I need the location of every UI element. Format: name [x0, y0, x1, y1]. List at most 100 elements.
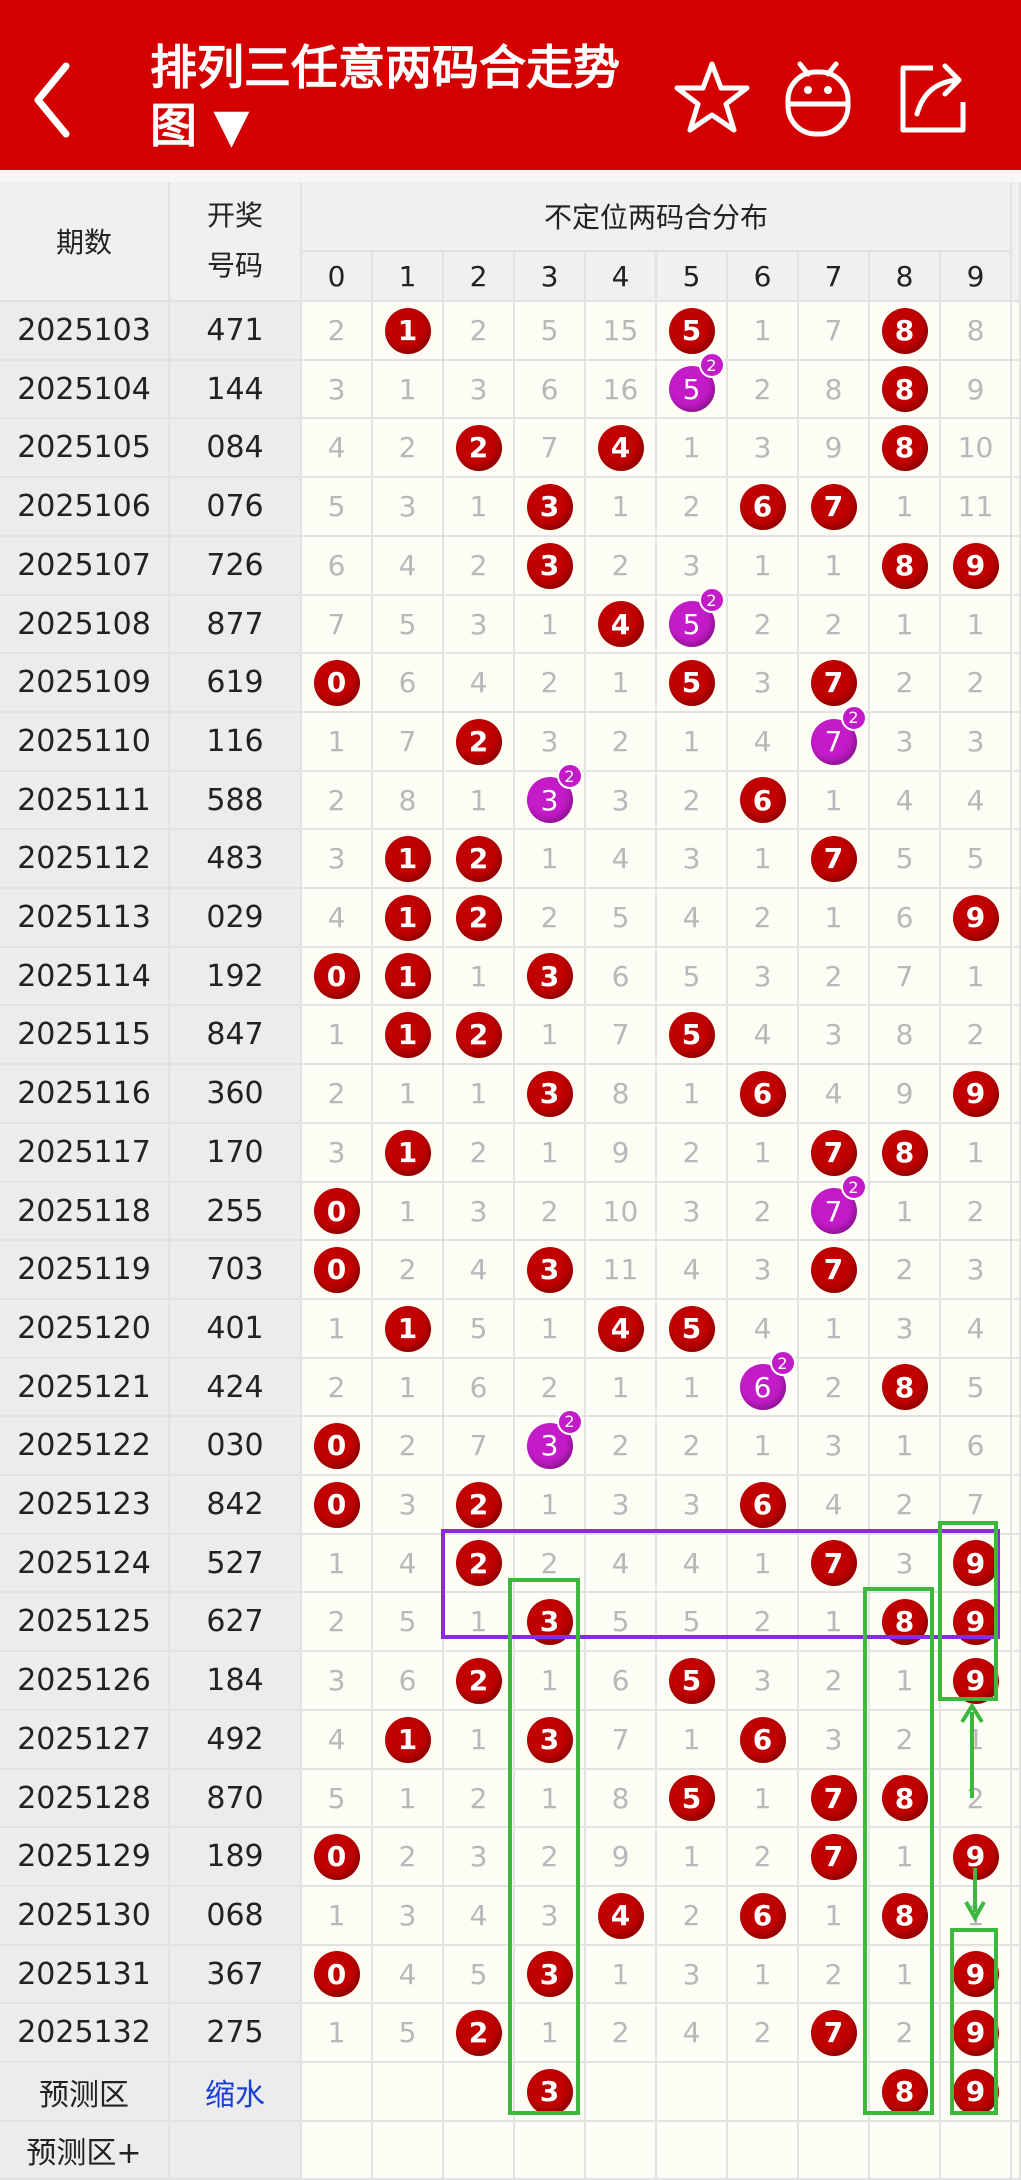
hit-cell[interactable]: 52 — [657, 587, 728, 654]
hit-cell[interactable]: 62 — [728, 1350, 799, 1417]
predict-shrink-link[interactable]: 缩水 — [170, 2063, 302, 2122]
repeat-ball: 32 — [526, 1408, 583, 1469]
hit-cell[interactable]: 3 — [515, 948, 586, 1006]
hit-cell[interactable]: 4 — [586, 596, 657, 654]
hit-cell[interactable]: 2 — [444, 2004, 515, 2063]
hit-cell[interactable]: 32 — [515, 763, 586, 830]
hit-cell[interactable]: 0 — [302, 1828, 373, 1887]
hit-cell[interactable]: 5 — [657, 1770, 728, 1828]
hit-cell[interactable]: 1 — [373, 1711, 444, 1770]
hit-cell[interactable]: 7 — [799, 1241, 870, 1300]
hit-cell[interactable]: 7 — [799, 1770, 870, 1828]
hit-cell[interactable]: 2 — [444, 419, 515, 478]
row-spacer — [1012, 1006, 1021, 1065]
hit-cell[interactable]: 0 — [302, 654, 373, 713]
miss-cell: 1 — [302, 1535, 373, 1593]
hit-ball: 0 — [313, 1951, 360, 1997]
miss-cell: 2 — [444, 302, 515, 361]
hit-cell[interactable]: 7 — [799, 1828, 870, 1887]
hit-cell[interactable]: 9 — [941, 2063, 1012, 2122]
hit-cell[interactable]: 9 — [941, 1828, 1012, 1887]
hit-cell[interactable]: 5 — [657, 654, 728, 713]
hit-cell[interactable]: 5 — [657, 1006, 728, 1065]
hit-cell[interactable]: 8 — [870, 361, 941, 419]
hit-cell[interactable]: 7 — [799, 654, 870, 713]
hit-cell[interactable]: 8 — [870, 1770, 941, 1828]
hit-cell[interactable]: 9 — [941, 1593, 1012, 1652]
hit-cell[interactable]: 0 — [302, 1241, 373, 1300]
hit-cell[interactable]: 9 — [941, 1946, 1012, 2004]
hit-cell[interactable]: 2 — [444, 889, 515, 948]
hit-cell[interactable]: 0 — [302, 948, 373, 1006]
hit-cell[interactable]: 2 — [444, 713, 515, 772]
hit-cell[interactable]: 9 — [941, 1652, 1012, 1711]
hit-cell[interactable]: 1 — [373, 302, 444, 361]
hit-cell[interactable]: 6 — [728, 1065, 799, 1124]
hit-cell[interactable]: 0 — [302, 1183, 373, 1241]
hit-cell[interactable]: 3 — [515, 2063, 586, 2122]
hit-cell[interactable]: 6 — [728, 1476, 799, 1535]
hit-cell[interactable]: 7 — [799, 830, 870, 889]
hit-cell[interactable]: 0 — [302, 1946, 373, 2004]
hit-cell[interactable]: 2 — [444, 1535, 515, 1593]
hit-cell[interactable]: 5 — [657, 302, 728, 361]
hit-cell[interactable]: 8 — [870, 302, 941, 361]
hit-cell[interactable]: 6 — [728, 1887, 799, 1946]
star-icon[interactable] — [672, 58, 752, 138]
hit-cell[interactable]: 6 — [728, 1711, 799, 1770]
hit-cell[interactable]: 8 — [870, 537, 941, 596]
hit-cell[interactable]: 72 — [799, 1174, 870, 1241]
back-arrow-icon[interactable] — [30, 60, 74, 140]
hit-cell[interactable]: 72 — [799, 704, 870, 772]
hit-cell[interactable]: 9 — [941, 537, 1012, 596]
hit-cell[interactable]: 9 — [941, 889, 1012, 948]
hit-cell[interactable]: 5 — [657, 1300, 728, 1359]
hit-cell[interactable]: 5 — [657, 1652, 728, 1711]
hit-cell[interactable]: 3 — [515, 1065, 586, 1124]
hit-cell[interactable]: 8 — [870, 1124, 941, 1183]
hit-cell[interactable]: 32 — [515, 1408, 586, 1476]
hit-cell[interactable]: 7 — [799, 478, 870, 537]
hit-cell[interactable]: 1 — [373, 948, 444, 1006]
hit-ball: 1 — [384, 1129, 431, 1176]
hit-cell[interactable]: 6 — [728, 772, 799, 830]
hit-cell[interactable]: 2 — [444, 1476, 515, 1535]
hit-ball: 3 — [526, 1070, 573, 1117]
hit-cell[interactable]: 3 — [515, 1593, 586, 1652]
hit-cell[interactable]: 2 — [444, 1652, 515, 1711]
hit-cell[interactable]: 6 — [728, 478, 799, 537]
hit-cell[interactable]: 9 — [941, 2004, 1012, 2063]
hit-cell[interactable]: 8 — [870, 1887, 941, 1946]
hit-cell[interactable]: 3 — [515, 537, 586, 596]
hit-cell[interactable]: 8 — [870, 1359, 941, 1417]
hit-cell[interactable]: 3 — [515, 478, 586, 537]
share-icon[interactable] — [893, 58, 973, 138]
hit-cell[interactable]: 2 — [444, 1006, 515, 1065]
hit-cell[interactable]: 4 — [586, 1887, 657, 1946]
hit-cell[interactable]: 1 — [373, 1006, 444, 1065]
hit-cell[interactable]: 8 — [870, 1593, 941, 1652]
hit-cell[interactable]: 4 — [586, 1300, 657, 1359]
hit-cell[interactable]: 52 — [657, 352, 728, 419]
hit-cell[interactable]: 3 — [515, 1711, 586, 1770]
robot-icon[interactable] — [778, 58, 858, 138]
hit-cell[interactable]: 1 — [373, 1124, 444, 1183]
hit-cell[interactable]: 0 — [302, 1476, 373, 1535]
hit-cell[interactable]: 3 — [515, 1946, 586, 2004]
hit-cell[interactable]: 4 — [586, 419, 657, 478]
hit-cell[interactable]: 2 — [444, 830, 515, 889]
hit-cell[interactable]: 7 — [799, 1535, 870, 1593]
trend-table[interactable]: 期数 开奖 号码 不定位两码合分布 0 1 2 3 4 5 6 7 8 9 2025103 471 2 1 2 5 1… — [0, 170, 1021, 2180]
hit-cell[interactable]: 0 — [302, 1417, 373, 1476]
hit-cell[interactable]: 8 — [870, 419, 941, 478]
hit-cell[interactable]: 7 — [799, 2004, 870, 2063]
hit-cell[interactable]: 9 — [941, 1065, 1012, 1124]
hit-cell[interactable]: 1 — [373, 830, 444, 889]
hit-cell[interactable]: 3 — [515, 1241, 586, 1300]
hit-cell[interactable]: 1 — [373, 1300, 444, 1359]
hit-cell[interactable]: 8 — [870, 2063, 941, 2122]
hit-cell[interactable]: 9 — [941, 1535, 1012, 1593]
hit-cell[interactable]: 7 — [799, 1124, 870, 1183]
page-title[interactable]: 排列三任意两码合走势 图 ▼ — [150, 40, 650, 156]
hit-cell[interactable]: 1 — [373, 889, 444, 948]
